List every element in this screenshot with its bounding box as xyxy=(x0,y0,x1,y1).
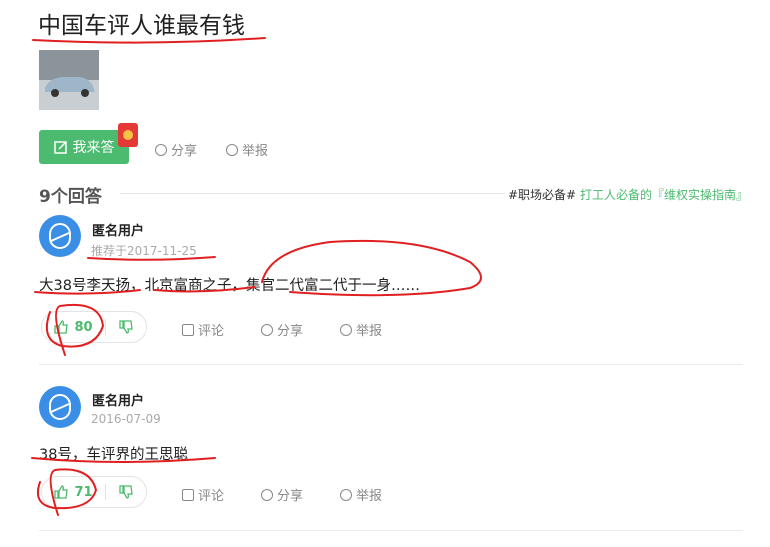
report-question-button[interactable]: 举报 xyxy=(226,140,268,159)
share-label: 分享 xyxy=(277,489,304,504)
share-icon xyxy=(155,143,167,156)
comment-label: 评论 xyxy=(198,324,225,339)
answer-button[interactable]: 我来答 xyxy=(39,130,129,164)
like-count: 80 xyxy=(74,319,93,335)
share-answer-button[interactable]: 分享 xyxy=(261,320,303,339)
report-answer-button[interactable]: 举报 xyxy=(340,485,382,504)
comment-button[interactable]: 评论 xyxy=(182,485,224,504)
thumbs-up-icon xyxy=(54,485,69,499)
like-count: 71 xyxy=(74,484,93,500)
thumbs-down-icon xyxy=(119,485,133,499)
thumbs-down-icon xyxy=(119,320,133,334)
comment-icon xyxy=(182,488,194,501)
answer-content: 38号，车评界的王思聪 xyxy=(39,447,188,463)
share-icon xyxy=(261,488,273,501)
anonymous-avatar-icon xyxy=(49,223,71,249)
vote-group: 71 xyxy=(41,476,147,508)
answer-date: 推荐于2017-11-25 xyxy=(91,244,197,258)
share-label: 分享 xyxy=(277,324,304,339)
divider xyxy=(120,193,505,194)
report-icon xyxy=(340,488,352,501)
comment-icon xyxy=(182,323,194,336)
report-label: 举报 xyxy=(356,324,383,339)
share-question-button[interactable]: 分享 xyxy=(155,140,197,159)
red-envelope-icon[interactable] xyxy=(118,123,138,147)
answer-date: 2016-07-09 xyxy=(91,412,161,426)
edit-icon xyxy=(53,140,67,154)
question-title: 中国车评人谁最有钱 xyxy=(38,13,245,39)
share-icon xyxy=(261,323,273,336)
report-icon xyxy=(226,143,238,156)
question-image[interactable] xyxy=(39,50,99,110)
like-button[interactable]: 80 xyxy=(42,320,105,335)
report-icon xyxy=(340,323,352,336)
answer-username[interactable]: 匿名用户 xyxy=(92,390,144,409)
avatar[interactable] xyxy=(39,386,81,428)
promo-link[interactable]: 打工人必备的『维权实操指南』 xyxy=(580,188,748,202)
like-button[interactable]: 71 xyxy=(42,485,105,500)
dislike-button[interactable] xyxy=(106,320,146,334)
promo-banner[interactable]: #职场必备# 打工人必备的『维权实操指南』 xyxy=(508,186,748,203)
report-label: 举报 xyxy=(356,489,383,504)
vote-group: 80 xyxy=(41,311,147,343)
comment-label: 评论 xyxy=(198,489,225,504)
report-answer-button[interactable]: 举报 xyxy=(340,320,382,339)
car-image-icon xyxy=(39,50,99,110)
promo-prefix: #职场必备# xyxy=(508,188,577,202)
report-label: 举报 xyxy=(242,144,269,159)
anonymous-avatar-icon xyxy=(49,394,71,420)
share-answer-button[interactable]: 分享 xyxy=(261,485,303,504)
answer-username[interactable]: 匿名用户 xyxy=(92,220,144,239)
avatar[interactable] xyxy=(39,215,81,257)
answer-divider xyxy=(39,364,743,365)
answer-button-label: 我来答 xyxy=(72,140,115,156)
comment-button[interactable]: 评论 xyxy=(182,320,224,339)
answer-count: 9个回答 xyxy=(39,187,102,207)
answer-content: 大38号李天扬，北京富商之子，集官二代富二代于一身…… xyxy=(39,278,420,294)
share-label: 分享 xyxy=(171,144,198,159)
answer-divider xyxy=(39,530,743,531)
dislike-button[interactable] xyxy=(106,485,146,499)
thumbs-up-icon xyxy=(54,320,69,334)
